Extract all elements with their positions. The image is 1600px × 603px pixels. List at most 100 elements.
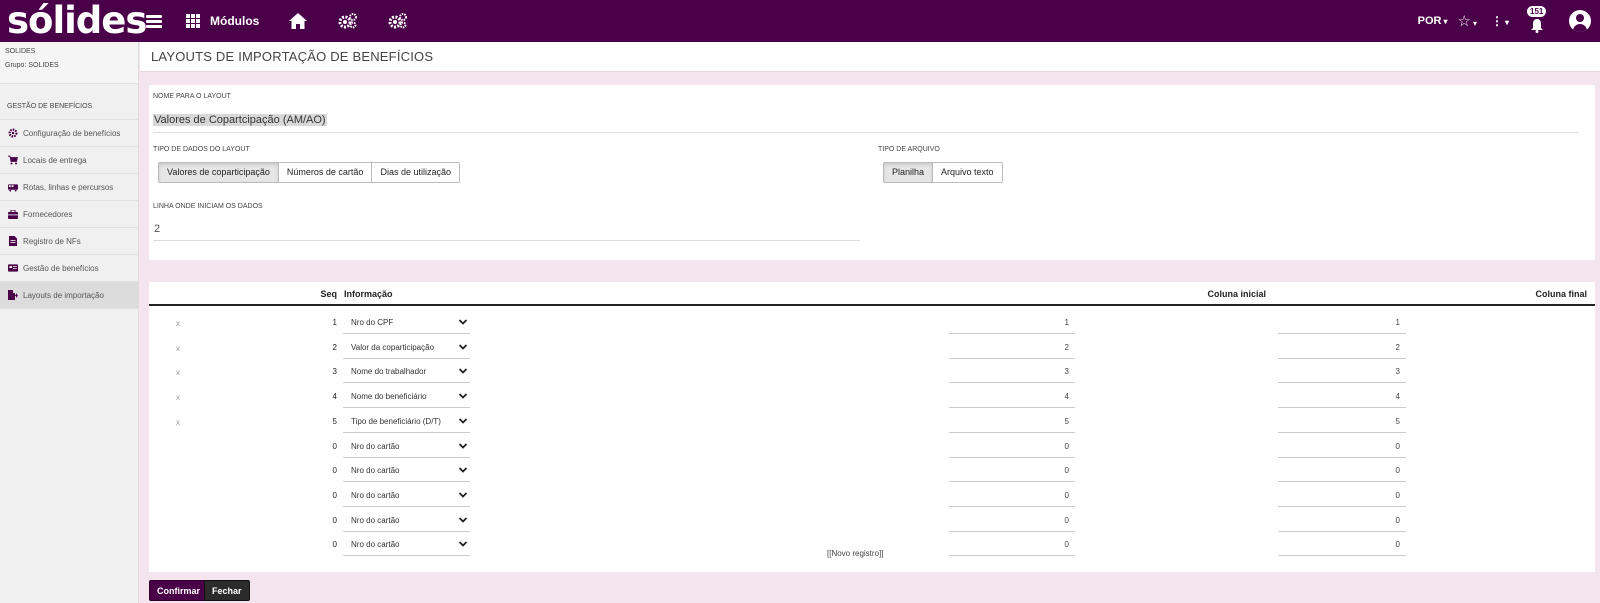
remove-row-button[interactable]: x <box>176 319 180 328</box>
layout-name-field[interactable]: Valores de Copartcipação (AM/AO) <box>153 114 327 126</box>
table-row: x 1 Nro do CPF 1 1 <box>149 310 1595 335</box>
start-column-value: 0 <box>1064 441 1069 451</box>
start-column-value: 0 <box>1064 490 1069 500</box>
chevron-down-icon <box>458 516 468 523</box>
chevron-down-icon <box>458 393 468 399</box>
modules-button[interactable]: Módulos <box>186 13 259 29</box>
table-header: Seq Informação Coluna inicial Coluna fin… <box>149 282 1595 306</box>
bus-icon <box>8 182 18 192</box>
file-type-text-file-button[interactable]: Arquivo texto <box>932 162 1003 183</box>
row-seq: 3 <box>332 367 337 377</box>
information-select-value: Nro do cartão <box>351 441 400 451</box>
end-column-input[interactable]: 1 <box>1278 312 1406 334</box>
sidebar-item-import-layouts[interactable]: Layouts de importação <box>0 282 138 309</box>
end-column-value: 4 <box>1395 392 1400 402</box>
end-column-input[interactable]: 0 <box>1278 534 1406 557</box>
information-select-value: Nro do CPF <box>351 318 394 327</box>
star-icon[interactable]: ☆ ▾ <box>1458 12 1477 30</box>
row-seq: 2 <box>332 342 337 352</box>
remove-row-button[interactable]: x <box>176 418 180 427</box>
menu-icon[interactable] <box>146 14 162 28</box>
start-column-input[interactable]: 0 <box>949 460 1075 483</box>
information-select-value: Nome do trabalhador <box>351 367 427 377</box>
user-avatar-icon[interactable] <box>1569 10 1591 32</box>
start-column-input[interactable]: 0 <box>949 510 1075 532</box>
kebab-icon[interactable]: ⋮ ▾ <box>1491 14 1509 28</box>
end-column-input[interactable]: 0 <box>1278 436 1406 458</box>
remove-row-button[interactable]: x <box>176 344 180 353</box>
table-row: x 5 Tipo de beneficiário (D/T) 5 5 <box>149 409 1595 434</box>
information-select[interactable]: Nro do CPF <box>343 312 470 334</box>
data-type-card-numbers-button[interactable]: Números de cartão <box>277 162 373 183</box>
chevron-down-icon <box>458 541 468 548</box>
information-select[interactable]: Nro do cartão <box>343 436 470 458</box>
cart-icon <box>8 155 18 165</box>
end-column-value: 0 <box>1395 441 1400 451</box>
information-select[interactable]: Nro do cartão <box>343 534 470 557</box>
table-row: x 3 Nome do trabalhador 3 3 <box>149 359 1595 384</box>
end-column-input[interactable]: 0 <box>1278 485 1406 507</box>
start-column-input[interactable]: 1 <box>949 312 1075 334</box>
sidebar-item-delivery-locations[interactable]: Locais de entrega <box>0 147 138 174</box>
data-type-usage-days-button[interactable]: Dias de utilização <box>371 162 460 183</box>
start-column-input[interactable]: 2 <box>949 337 1075 359</box>
end-column-input[interactable]: 5 <box>1278 411 1406 433</box>
information-select[interactable]: Tipo de beneficiário (D/T) <box>343 411 470 433</box>
end-column-value: 3 <box>1395 367 1400 377</box>
information-select[interactable]: Nro do cartão <box>343 460 470 483</box>
sidebar-item-benefit-management[interactable]: Gestão de benefícios <box>0 255 138 282</box>
start-line-underline <box>153 240 860 241</box>
start-column-input[interactable]: 0 <box>949 485 1075 507</box>
end-column-input[interactable]: 0 <box>1278 460 1406 483</box>
home-icon[interactable] <box>287 10 309 32</box>
page-header: LAYOUTS DE IMPORTAÇÃO DE BENEFÍCIOS <box>140 42 1600 72</box>
end-column-input[interactable]: 0 <box>1278 510 1406 532</box>
information-select[interactable]: Nome do beneficiário <box>343 386 470 409</box>
information-select[interactable]: Valor da coparticipação <box>343 337 470 359</box>
start-column-input[interactable]: 0 <box>949 436 1075 458</box>
close-button[interactable]: Fechar <box>204 580 250 601</box>
start-column-value: 2 <box>1064 342 1069 352</box>
table-row: x 4 Nome do beneficiário 4 4 <box>149 384 1595 409</box>
page-title: LAYOUTS DE IMPORTAÇÃO DE BENEFÍCIOS <box>151 49 434 64</box>
start-line-field[interactable]: 2 <box>154 223 160 235</box>
information-select[interactable]: Nro do cartão <box>343 485 470 507</box>
data-type-coparticipation-button[interactable]: Valores de coparticipação <box>158 162 279 183</box>
row-seq: 0 <box>332 540 337 550</box>
layout-fields-table: Seq Informação Coluna inicial Coluna fin… <box>149 282 1595 572</box>
new-record-link[interactable]: [[Novo registro]] <box>827 549 883 558</box>
information-select[interactable]: Nro do cartão <box>343 510 470 532</box>
bell-icon[interactable]: 151 <box>1526 5 1548 33</box>
information-select[interactable]: Nome do trabalhador <box>343 361 470 384</box>
end-column-input[interactable]: 4 <box>1278 386 1406 409</box>
start-column-input[interactable]: 5 <box>949 411 1075 433</box>
sidebar-item-label: Locais de entrega <box>23 155 87 165</box>
notification-count-badge: 151 <box>1526 5 1548 18</box>
file-type-label: TIPO DE ARQUIVO <box>878 146 940 153</box>
gears-icon[interactable] <box>337 10 359 32</box>
remove-row-button[interactable]: x <box>176 368 180 377</box>
start-column-input[interactable]: 0 <box>949 534 1075 557</box>
row-seq: 1 <box>332 318 337 327</box>
solides-logo[interactable]: sólides <box>7 0 147 42</box>
gears-icon[interactable] <box>387 10 409 32</box>
sidebar-item-benefit-configuration[interactable]: Configuração de benefícios <box>0 120 138 147</box>
language-selector[interactable]: POR ▾ <box>1418 15 1448 27</box>
row-seq: 0 <box>332 515 337 525</box>
information-select-value: Nro do cartão <box>351 490 400 500</box>
organization-info: SOLIDES Grupo: SOLIDES <box>0 42 138 84</box>
file-type-spreadsheet-button[interactable]: Planilha <box>883 162 934 183</box>
start-column-input[interactable]: 3 <box>949 361 1075 384</box>
start-column-input[interactable]: 4 <box>949 386 1075 409</box>
remove-row-button[interactable]: x <box>176 393 180 402</box>
sidebar-item-routes[interactable]: Rotas, linhas e percursos <box>0 174 138 201</box>
chevron-down-icon <box>458 368 468 375</box>
grid-icon <box>186 13 201 29</box>
confirm-button[interactable]: Confirmar <box>149 580 209 601</box>
sidebar-item-invoice-registry[interactable]: Registro de NFs <box>0 228 138 255</box>
end-column-input[interactable]: 3 <box>1278 361 1406 384</box>
sidebar-item-suppliers[interactable]: Fornecedores <box>0 201 138 228</box>
end-column-input[interactable]: 2 <box>1278 337 1406 359</box>
start-column-value: 0 <box>1064 466 1069 476</box>
end-column-value: 2 <box>1395 342 1400 352</box>
